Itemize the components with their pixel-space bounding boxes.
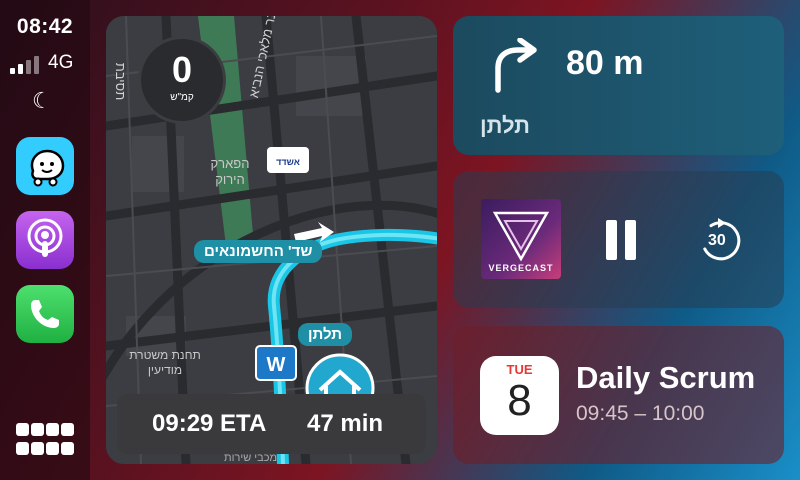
podcasts-app-button[interactable] (16, 211, 74, 269)
phone-icon (31, 300, 59, 328)
pause-button[interactable] (604, 219, 638, 261)
map-label-park: הפארק הירוק (210, 156, 250, 187)
map-label-left-street: תסיבת (113, 62, 129, 101)
calendar-icon: TUE 8 (480, 356, 559, 435)
calendar-month: TUE (506, 362, 533, 377)
current-street-label: שד' החשמונאים (194, 240, 323, 263)
event-time: 09:45 – 10:00 (576, 402, 705, 425)
maneuver-street: תלתן (480, 113, 530, 138)
speedometer: 0 קמ"ש (138, 36, 226, 124)
turn-right-arrow-icon (495, 38, 537, 93)
album-label: VERGECAST (488, 263, 554, 273)
podcasts-icon (27, 218, 63, 257)
do-not-disturb-moon-icon: ☾ (32, 88, 52, 113)
speed-value: 0 (171, 49, 193, 90)
network-type: 4G (48, 52, 74, 73)
calendar-day: 8 (507, 376, 532, 425)
event-title: Daily Scrum (576, 360, 756, 395)
app-grid-button[interactable] (16, 423, 76, 459)
speed-unit: קמ"ש (170, 92, 194, 103)
eta-duration: 47 min (307, 410, 384, 437)
svg-text:אשדד: אשדד (276, 157, 300, 167)
waze-icon (30, 149, 65, 187)
skip-seconds-label: 30 (708, 232, 726, 249)
destination-label: תלתן (298, 323, 353, 346)
album-art[interactable]: VERGECAST (481, 199, 561, 279)
clock: 08:42 (16, 15, 74, 38)
eta-time: 09:29 ETA (152, 410, 267, 437)
map-label-police: תחנת משטרת מודיעין (129, 348, 201, 377)
waze-app-button[interactable] (16, 137, 74, 195)
sidebar: 08:42 4G ☾ (0, 0, 90, 480)
svg-text:W: W (267, 354, 286, 376)
signal-strength-icon (10, 54, 44, 74)
maneuver-distance: 80 m (566, 44, 644, 82)
phone-app-button[interactable] (16, 285, 74, 343)
eta-bar[interactable]: 09:29 ETA 47 min (117, 394, 426, 454)
